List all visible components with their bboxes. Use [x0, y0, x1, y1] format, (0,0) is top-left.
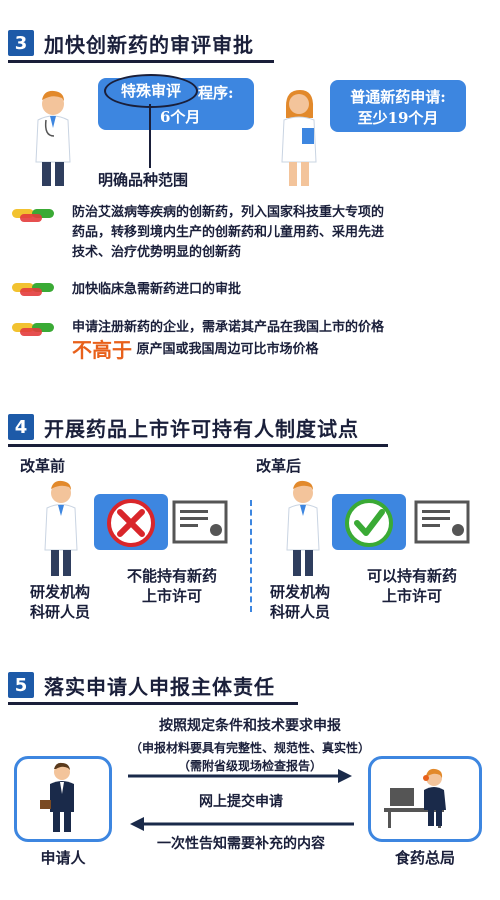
- section4-header: 4 开展药品上市许可持有人制度试点: [8, 412, 359, 442]
- before-result-line-1: 不能持有新药: [126, 567, 217, 585]
- certificate-icon: [172, 500, 228, 544]
- online-submit: 网上提交申请: [199, 794, 283, 810]
- section5-underline: [8, 702, 298, 705]
- bullet-1: 防治艾滋病等疾病的创新药，列入国家科技重大专项的 药品，转移到境内生产的创新药和…: [72, 203, 492, 263]
- agency-label: 食药总局: [394, 849, 455, 867]
- pill-icon: [12, 283, 54, 296]
- arrow-left-icon: [130, 817, 354, 831]
- after-person-label-line-1: 研发机构: [269, 583, 330, 601]
- special-review-suffix: 程序:: [198, 84, 234, 102]
- bullet-3-emphasis: 不高于: [72, 338, 132, 362]
- section4-title: 开展药品上市许可持有人制度试点: [44, 416, 359, 441]
- office-worker-icon: [384, 768, 446, 828]
- businessman-icon: [40, 762, 74, 832]
- before-result: 不能持有新药 上市许可: [112, 566, 232, 606]
- doctor-male-icon: [35, 90, 71, 186]
- normal-application-time: 至少19个月: [357, 109, 439, 127]
- pill-icon: [12, 323, 54, 336]
- doctor-male-icon: [44, 480, 78, 576]
- section5-number: 5: [8, 672, 34, 698]
- after-result-line-2: 上市许可: [381, 587, 442, 605]
- after-result: 可以持有新药 上市许可: [352, 566, 472, 606]
- section4-number: 4: [8, 414, 34, 440]
- divider: [250, 500, 252, 612]
- range-label: 明确品种范围: [98, 171, 189, 189]
- bullet-2: 加快临床急需新药进口的审批: [72, 280, 492, 300]
- special-review-tag: 特殊审评: [104, 74, 198, 108]
- pill-icon: [12, 209, 54, 222]
- bullet-3: 申请注册新药的企业，需承诺其产品在我国上市的价格 不高于 原产国或我国周边可比市…: [72, 318, 492, 361]
- bullet-3-tail: 原产国或我国周边可比市场价格: [136, 342, 319, 357]
- section3-title: 加快创新药的审评审批: [44, 32, 254, 57]
- section5-title: 落实申请人申报主体责任: [44, 674, 275, 699]
- requirement-detail: （申报材料要具有完整性、规范性、真实性）: [129, 741, 370, 755]
- normal-application-bubble: 普通新药申请: 至少19个月: [330, 80, 466, 132]
- bullet-3-line-1: 申请注册新药的企业，需承诺其产品在我国上市的价格: [72, 320, 385, 335]
- after-person-label: 研发机构 科研人员: [262, 582, 338, 622]
- notify-text: 一次性告知需要补充的内容: [157, 836, 325, 852]
- bullet-1-line-3: 技术、治疗优势明显的创新药: [72, 245, 242, 260]
- after-result-line-1: 可以持有新药: [366, 567, 457, 585]
- doctor-female-icon: [281, 90, 317, 186]
- before-person-label: 研发机构 科研人员: [22, 582, 98, 622]
- before-result-line-2: 上市许可: [141, 587, 202, 605]
- applicant-label: 申请人: [40, 849, 86, 867]
- section4-underline: [8, 444, 388, 447]
- section5-header: 5 落实申请人申报主体责任: [8, 670, 275, 700]
- before-label: 改革前: [20, 457, 66, 475]
- certificate-icon: [414, 500, 470, 544]
- section3-underline: [8, 60, 274, 63]
- bullet-1-line-1: 防治艾滋病等疾病的创新药，列入国家科技重大专项的: [72, 205, 385, 220]
- cross-icon: [107, 499, 155, 547]
- range-connector: [149, 104, 151, 168]
- after-person-label-line-2: 科研人员: [269, 603, 330, 621]
- requirement-line: 按照规定条件和技术要求申报: [159, 718, 341, 734]
- bullet-1-line-2: 药品，转移到境内生产的创新药和儿童用药、采用先进: [72, 225, 385, 240]
- section3-number: 3: [8, 30, 34, 56]
- bullet-2-line-1: 加快临床急需新药进口的审批: [72, 282, 242, 297]
- section3-header: 3 加快创新药的审评审批: [8, 28, 254, 58]
- special-review-time: 6个月: [160, 108, 201, 126]
- after-label: 改革后: [256, 457, 302, 475]
- normal-application-title: 普通新药申请:: [350, 88, 446, 106]
- doctor-male-icon: [286, 480, 320, 576]
- check-icon: [345, 499, 393, 547]
- before-person-label-line-1: 研发机构: [29, 583, 90, 601]
- arrow-right-icon: [128, 769, 352, 783]
- before-person-label-line-2: 科研人员: [29, 603, 90, 621]
